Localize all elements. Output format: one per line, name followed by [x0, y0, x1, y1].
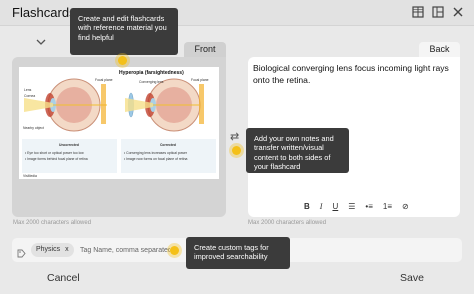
- label-converging-lens: Converging lens: [139, 80, 164, 84]
- corrected-bullet-1: • Converging lens increases optical powe…: [124, 151, 188, 155]
- label-lens: Lens: [24, 88, 32, 92]
- swap-icon[interactable]: ⇄: [230, 130, 239, 143]
- title-bar-actions: [411, 5, 465, 19]
- tag-input[interactable]: [80, 244, 170, 256]
- uncorrected-bullet-1: • Eye too short or optical power too low: [25, 151, 84, 155]
- tag-chip-label: Physics: [36, 246, 61, 253]
- diagram-title: Hyperopia (farsightedness): [119, 70, 184, 76]
- grid-icon[interactable]: [411, 5, 425, 19]
- cancel-button[interactable]: Cancel: [47, 272, 80, 284]
- tab-back[interactable]: Back: [419, 42, 460, 57]
- reference-image: Hyperopia (farsightedness) Lens Cornea F…: [19, 67, 219, 179]
- tab-front[interactable]: Front: [184, 42, 226, 57]
- layout-icon[interactable]: [431, 5, 445, 19]
- back-text[interactable]: Biological converging lens focus incomin…: [253, 62, 453, 86]
- back-char-limit: Max 2000 characters allowed: [248, 220, 327, 226]
- label-cornea: Cornea: [24, 94, 35, 98]
- corrected-heading: Corrected: [160, 143, 176, 147]
- tooltip-reference: Create and edit flashcards with referenc…: [70, 8, 178, 55]
- italic-button[interactable]: I: [320, 202, 323, 211]
- bullet-list-button[interactable]: •≡: [365, 202, 372, 211]
- tag-icon: [17, 245, 26, 258]
- list-button[interactable]: ☰: [348, 202, 355, 211]
- save-button[interactable]: Save: [400, 272, 424, 284]
- label-focal-plane-right: Focal plane: [191, 78, 209, 82]
- corrected-bullet-2: • Image now forms on focal plane of reti…: [124, 157, 187, 161]
- bold-button[interactable]: B: [304, 202, 310, 211]
- format-toolbar: B I U ☰ •≡ 1≡ ⊘: [304, 202, 409, 211]
- tag-remove-button[interactable]: x: [65, 243, 69, 257]
- tooltip-tags: Create custom tags for improved searchab…: [186, 237, 290, 269]
- underline-button[interactable]: U: [332, 202, 338, 211]
- uncorrected-bullet-2: • Image forms behind focal plane of reti…: [25, 157, 88, 161]
- clear-format-button[interactable]: ⊘: [402, 202, 409, 211]
- image-credit: VisMedia: [23, 174, 37, 178]
- close-icon[interactable]: [451, 5, 465, 19]
- window-title: Flashcards: [12, 5, 76, 20]
- hotspot-notes[interactable]: [232, 146, 241, 155]
- chevron-down-icon[interactable]: [36, 34, 46, 45]
- front-char-limit: Max 2000 characters allowed: [13, 220, 92, 226]
- numbered-list-button[interactable]: 1≡: [383, 202, 392, 211]
- label-focal-plane-left: Focal plane: [95, 78, 113, 82]
- tooltip-notes: Add your own notes and transfer written/…: [246, 128, 349, 173]
- hotspot-reference[interactable]: [118, 56, 127, 65]
- label-nearby-object: Nearby object: [23, 126, 44, 130]
- hotspot-tags[interactable]: [170, 246, 179, 255]
- tag-chip[interactable]: Physics x: [31, 243, 74, 257]
- uncorrected-heading: Uncorrected: [59, 143, 79, 147]
